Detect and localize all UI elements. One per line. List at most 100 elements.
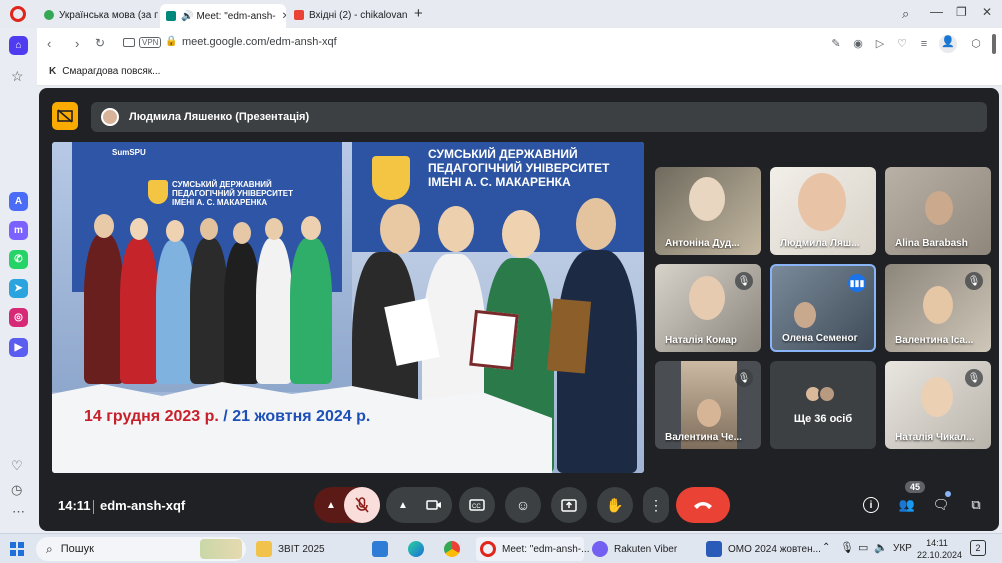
taskbar-app-label: ОМО 2024 жовтен...	[728, 543, 821, 555]
close-window-icon[interactable]: ✕	[982, 5, 992, 19]
participant-face	[689, 276, 725, 320]
taskbar-edge[interactable]	[408, 537, 430, 561]
notifications-count: 2	[975, 543, 981, 553]
notifications-icon[interactable]: 2	[970, 540, 986, 556]
certificate	[469, 309, 519, 371]
date-separator: /	[223, 408, 228, 425]
vpn-badge[interactable]: VPN	[139, 37, 162, 48]
history-icon[interactable]: ◷	[11, 482, 22, 498]
tray-mic-icon[interactable]: 🎙	[840, 541, 854, 554]
profile-icon[interactable]: 👤	[939, 35, 957, 53]
info-icon: i	[863, 497, 879, 513]
opera-logo-icon[interactable]	[10, 6, 26, 22]
language-indicator[interactable]: УКР	[893, 543, 912, 554]
captions-button[interactable]: CC	[459, 487, 495, 523]
reactions-button[interactable]: ☺	[505, 487, 541, 523]
bookmark-item[interactable]: K Смарагдова повсяк...	[49, 66, 160, 77]
meet-panel: Людмила Ляшенко (Презентація) СУМСЬКИЙ Д…	[39, 88, 999, 531]
participant-tile[interactable]: Людмила Ляш...	[770, 167, 876, 255]
taskbar-app-label: ЗВІТ 2025	[278, 543, 325, 555]
mic-options-chevron-icon[interactable]: ▲	[326, 500, 336, 511]
taskbar-app-word[interactable]: ОМО 2024 жовтен...	[706, 537, 821, 561]
participant-tile[interactable]: Антоніна Дуд...	[655, 167, 761, 255]
heart-icon[interactable]: ♡	[895, 37, 909, 51]
participant-tile[interactable]: 🎙 Валентина Іса...	[885, 264, 991, 352]
whatsapp-icon[interactable]: ✆	[9, 250, 28, 269]
tab-close-icon[interactable]: ✕	[282, 11, 286, 22]
gmail-favicon-icon	[294, 10, 304, 20]
clock[interactable]: 14:11 22.10.2024	[917, 537, 963, 561]
snapshot-icon[interactable]: ◉	[851, 37, 865, 51]
people-button[interactable]: 👥	[895, 493, 919, 517]
forward-icon[interactable]: ›	[75, 36, 79, 51]
windows-start-icon[interactable]	[10, 542, 24, 556]
address-bar: ‹ › ↻ VPN 🔒 meet.google.com/edm-ansh-xqf…	[37, 28, 1002, 60]
taskbar-app-viber[interactable]: Rakuten Viber	[592, 537, 677, 561]
meeting-info-button[interactable]: i	[859, 493, 883, 517]
participant-tile[interactable]: 🎙 Наталія Комар	[655, 264, 761, 352]
participant-face	[925, 191, 953, 225]
mic-off-icon: 🎙	[735, 272, 753, 290]
tab-ukrainian[interactable]: Українська мова (за профе	[38, 4, 158, 26]
microphone-button[interactable]	[344, 487, 380, 523]
camera-options-chevron-icon[interactable]: ▲	[398, 500, 408, 511]
award-plaque	[546, 298, 592, 374]
player-icon[interactable]: ▶	[9, 338, 28, 357]
chrome-icon	[444, 541, 460, 557]
banner-line: СУМСЬКИЙ ДЕРЖАВНИЙ	[172, 180, 272, 189]
stop-presentation-button[interactable]	[52, 102, 78, 130]
taskbar-mail[interactable]	[372, 537, 394, 561]
end-call-button[interactable]	[676, 487, 730, 523]
heart-icon[interactable]: ♡	[11, 458, 23, 474]
scrollbar[interactable]	[992, 34, 996, 54]
tray-network-icon[interactable]: ▭	[858, 541, 868, 554]
camera-icon[interactable]	[123, 38, 135, 47]
menu-icon[interactable]: ≡	[917, 37, 931, 51]
taskbar-chrome[interactable]	[444, 537, 466, 561]
person-figure	[224, 242, 260, 384]
camera-button[interactable]	[416, 487, 452, 523]
participant-face	[923, 286, 953, 324]
reload-icon[interactable]: ↻	[95, 36, 105, 50]
more-options-button[interactable]: ⋮	[643, 487, 669, 523]
taskbar-app-opera-meet[interactable]: Meet: "edm-ansh-...	[476, 537, 589, 561]
participant-tile-speaking[interactable]: ▮▮▮ Олена Семеног	[770, 264, 876, 352]
participant-tile[interactable]: 🎙 Наталія Чикал...	[885, 361, 991, 449]
maximize-icon[interactable]: ❐	[956, 5, 967, 19]
messenger-icon[interactable]: m	[9, 221, 28, 240]
search-tabs-icon[interactable]: ⌕	[902, 6, 909, 22]
meet-favicon-icon	[166, 11, 176, 21]
more-icon[interactable]: ⋯	[12, 504, 25, 520]
url-field[interactable]: meet.google.com/edm-ansh-xqf	[182, 36, 337, 48]
present-button[interactable]	[551, 487, 587, 523]
tray-volume-icon[interactable]: 🔈	[874, 541, 888, 554]
instagram-icon[interactable]: ◎	[9, 308, 28, 327]
taskbar-app-folder[interactable]: ЗВІТ 2025	[256, 537, 325, 561]
participant-tile[interactable]: 🎙 Валентина Че...	[655, 361, 761, 449]
tab-meet[interactable]: 🔊 Meet: "edm-ansh- ✕	[160, 4, 286, 28]
raise-hand-button[interactable]: ✋	[597, 487, 633, 523]
tab-gmail[interactable]: Вхідні (2) - chikalovan2005	[288, 4, 408, 26]
minimize-icon[interactable]: —	[930, 4, 943, 19]
person-head	[438, 206, 474, 252]
telegram-icon[interactable]: ➤	[9, 279, 28, 298]
more-participants-tile[interactable]: Ще 36 осіб	[770, 361, 876, 449]
back-icon[interactable]: ‹	[47, 36, 51, 51]
taskbar-search[interactable]: ⌕ Пошук	[36, 537, 246, 561]
send-icon[interactable]: ▷	[873, 37, 887, 51]
star-icon[interactable]: ☆	[11, 68, 24, 85]
clock-date: 22.10.2024	[917, 550, 963, 560]
activities-icon: ⧉	[971, 497, 981, 512]
home-icon[interactable]: ⌂	[9, 36, 28, 55]
presentation-slide: СУМСЬКИЙ ДЕРЖАВНИЙ ПЕДАГОГІЧНИЙ УНІВЕРСИ…	[52, 142, 644, 473]
edit-icon[interactable]: ✎	[829, 37, 843, 51]
participant-tile[interactable]: Alina Barabash	[885, 167, 991, 255]
tray-chevron-icon[interactable]: ⌃	[822, 542, 830, 553]
mail-icon	[372, 541, 388, 557]
aria-icon[interactable]: A	[9, 192, 28, 211]
participant-name: Олена Семеног	[782, 333, 858, 344]
activities-button[interactable]: ⧉	[964, 493, 988, 517]
new-tab-button[interactable]: +	[414, 5, 423, 22]
extensions-icon[interactable]: ⬡	[969, 37, 983, 51]
start-tile	[18, 550, 24, 556]
